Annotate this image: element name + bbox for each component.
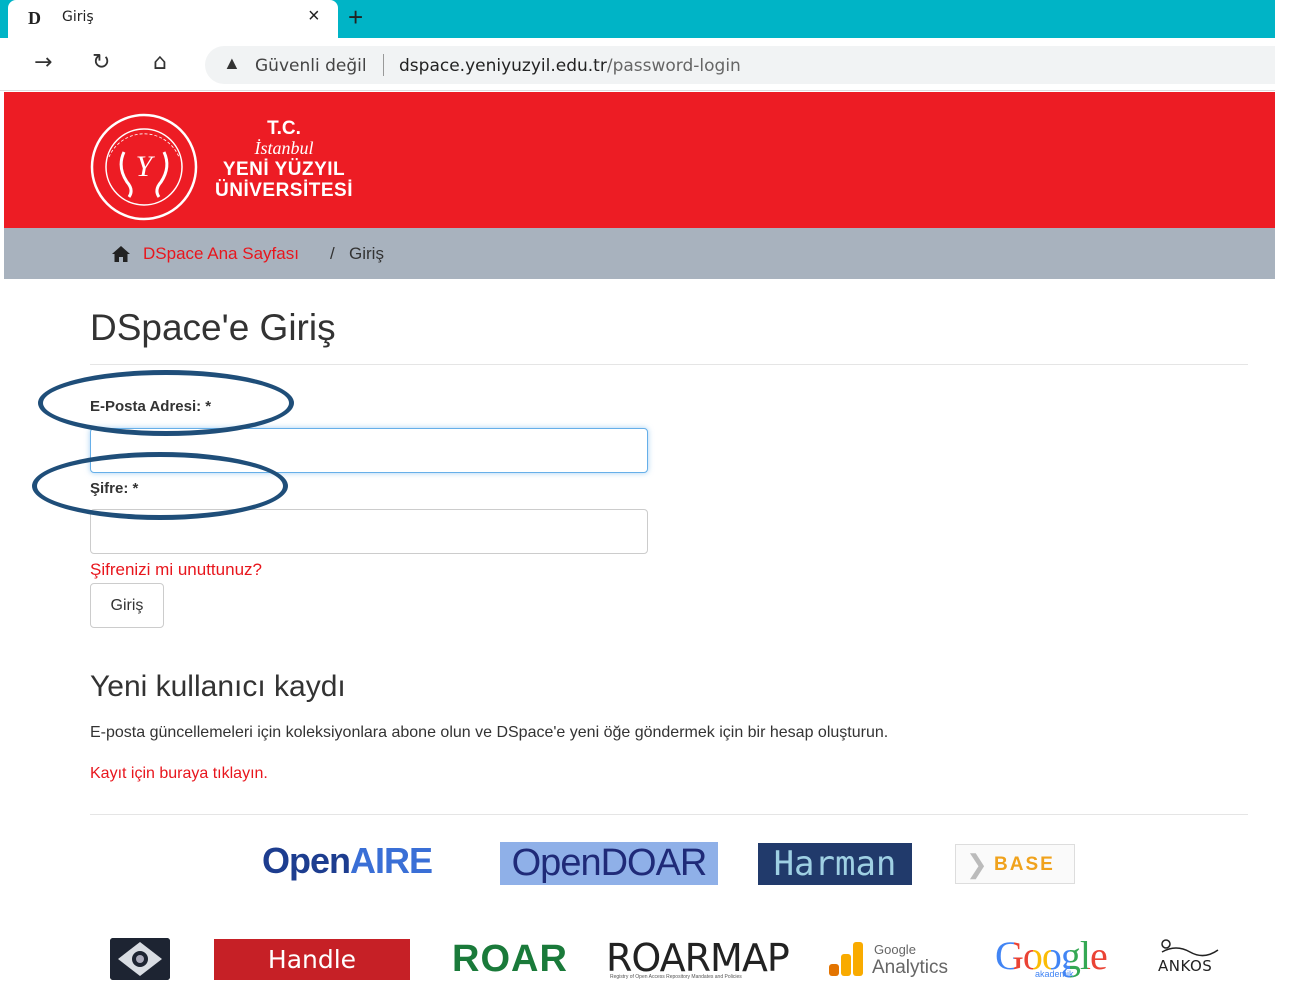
new-tab-icon[interactable]: + — [348, 2, 363, 33]
browser-tab-bar: D Giriş × + — [0, 0, 1275, 38]
base-arrow-icon: ❯ — [966, 849, 988, 879]
svg-text:Y: Y — [136, 150, 156, 183]
base-logo-text: BASE — [994, 854, 1055, 875]
home-icon[interactable]: ⌂ — [153, 50, 167, 75]
tab-title: Giriş — [62, 9, 94, 25]
register-link[interactable]: Kayıt için buraya tıklayın. — [90, 765, 268, 783]
register-title: Yeni kullanıcı kaydı — [90, 670, 346, 703]
logo-istanbul: İstanbul — [254, 138, 314, 158]
forgot-password-link[interactable]: Şifrenizi mi unuttunuz? — [90, 560, 262, 580]
google-analytics-small-text: Google — [874, 942, 916, 957]
url-path: /password-login — [606, 56, 741, 76]
logo-name-line1: YENİ YÜZYIL — [222, 159, 346, 180]
password-input[interactable] — [90, 509, 648, 554]
google-scholar-subtitle: akademik — [1035, 969, 1074, 979]
base-logo[interactable]: ❯ BASE — [955, 844, 1075, 884]
title-divider — [90, 364, 1248, 365]
openaire-aire-text: AIRE — [350, 840, 433, 881]
home-icon[interactable] — [112, 246, 130, 262]
warning-icon: ▲ — [223, 53, 241, 73]
address-bar[interactable]: ▲ Güvenli değil dspace.yeniyuzyil.edu.tr… — [205, 46, 1275, 84]
breadcrumb-home-link[interactable]: DSpace Ana Sayfası — [143, 244, 299, 264]
dspace-favicon-icon: D — [28, 8, 41, 28]
harman-logo[interactable]: Harman — [758, 843, 912, 885]
footer-divider — [90, 814, 1248, 815]
browser-toolbar: → ↻ ⌂ ▲ Güvenli değil dspace.yeniyuzyil.… — [0, 38, 1275, 91]
handle-system-logo[interactable]: Handle System® — [214, 939, 410, 980]
logo-name-line2: ÜNİVERSİTESİ — [215, 180, 353, 201]
breadcrumb-separator: / — [330, 244, 335, 263]
close-tab-icon[interactable]: × — [308, 5, 320, 28]
google-analytics-icon[interactable] — [827, 940, 865, 978]
password-label: Şifre: * — [90, 480, 139, 497]
email-input[interactable] — [90, 428, 648, 473]
url-text: dspace.yeniyuzyil.edu.tr/password-login — [399, 56, 741, 76]
breadcrumb-current: Giriş — [349, 244, 384, 263]
roar-logo[interactable]: ROAR — [452, 938, 568, 981]
ankos-text: ANKOS — [1158, 957, 1213, 975]
page-title: DSpace'e Giriş — [90, 307, 336, 348]
browser-tab[interactable]: D Giriş × — [8, 0, 338, 38]
opendoar-logo[interactable]: OpenDOAR — [500, 842, 718, 885]
open-archives-logo[interactable] — [110, 938, 170, 980]
handle-system-text: Handle System — [267, 945, 357, 974]
forward-arrow-icon[interactable]: → — [34, 50, 52, 75]
not-secure-label: Güvenli değil — [255, 56, 367, 76]
google-analytics-text: Analytics — [872, 957, 949, 978]
university-seal-icon[interactable]: Y — [89, 112, 199, 222]
site-header: Y T.C. İstanbul YENİ YÜZYIL ÜNİVERSİTESİ — [4, 92, 1275, 228]
login-button[interactable]: Giriş — [90, 583, 164, 628]
reload-icon[interactable]: ↻ — [92, 50, 110, 75]
openaire-logo[interactable]: OpenAIRE — [262, 840, 433, 882]
openaire-open-text: Open — [262, 840, 351, 881]
email-label: E-Posta Adresi: * — [90, 398, 212, 415]
register-description: E-posta güncellemeleri için koleksiyonla… — [90, 724, 889, 741]
roarmap-subtitle: Registry of Open Access Repository Manda… — [610, 974, 742, 980]
address-divider — [383, 54, 384, 76]
logo-tc: T.C. — [267, 118, 301, 139]
university-name: T.C. İstanbul YENİ YÜZYIL ÜNİVERSİTESİ — [204, 118, 364, 201]
breadcrumb: DSpace Ana Sayfası / Giriş — [4, 228, 1275, 279]
url-host: dspace.yeniyuzyil.edu.tr — [399, 56, 607, 76]
